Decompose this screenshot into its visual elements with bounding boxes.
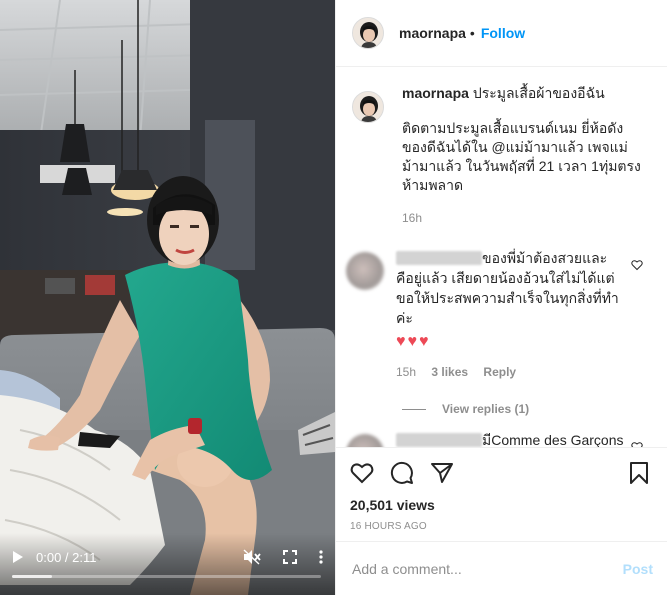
heart-icon[interactable]	[631, 258, 643, 276]
post-video[interactable]: 0:00 / 2:11	[0, 0, 335, 595]
video-progress-fill	[12, 575, 53, 578]
mute-icon[interactable]	[243, 549, 261, 565]
avatar[interactable]	[346, 252, 384, 290]
post-button[interactable]: Post	[623, 561, 653, 577]
avatar[interactable]	[352, 17, 384, 49]
comment-icon[interactable]	[390, 461, 414, 485]
heart-icon[interactable]	[350, 461, 374, 485]
comment-time: 15h	[396, 365, 417, 379]
video-controls: 0:00 / 2:11	[12, 545, 323, 569]
caption-title: ประมูลเสื้อผ้าของอีฉัน	[472, 85, 605, 101]
play-icon[interactable]	[12, 550, 24, 564]
post-sidebar: maornapa • Follow maornapa ประมูลเสื้อผ้…	[335, 0, 667, 595]
comment-likes[interactable]: 3 likes	[431, 365, 468, 379]
header-username[interactable]: maornapa	[399, 25, 466, 41]
post-actions: 20,501 views 16 HOURS AGO	[336, 447, 667, 541]
heart-icon[interactable]	[631, 440, 643, 447]
bookmark-icon[interactable]	[627, 461, 651, 485]
view-count[interactable]: 20,501 views	[350, 497, 651, 513]
video-progress-bar[interactable]	[12, 575, 321, 578]
add-comment-bar: Post	[336, 541, 667, 595]
video-time: 0:00 / 2:11	[36, 549, 97, 565]
post-timestamp: 16 HOURS AGO	[350, 521, 427, 532]
avatar[interactable]	[352, 91, 384, 123]
caption-username[interactable]: maornapa	[402, 85, 469, 101]
post-header: maornapa • Follow	[336, 0, 667, 67]
comment-meta: 15h 3 likes Reply	[396, 362, 624, 382]
caption-text: ติดตามประมูลเสื้อแบรนด์เนม ยี่ห้อดังของด…	[402, 120, 641, 193]
comment-input[interactable]	[352, 560, 623, 577]
reply-button[interactable]: Reply	[483, 365, 516, 379]
header-separator: •	[469, 25, 475, 41]
more-vert-icon[interactable]	[319, 550, 323, 564]
comment: มีComme des Garçons ร่วมประมูลด้วยมั้ยคะ…	[346, 430, 651, 447]
comment-username-redacted[interactable]	[396, 251, 482, 265]
avatar[interactable]	[346, 434, 384, 447]
video-frame	[0, 0, 335, 595]
share-icon[interactable]	[430, 461, 454, 485]
instagram-post: 0:00 / 2:11 maornapa • Follow maornapa ป…	[0, 0, 667, 595]
follow-button[interactable]: Follow	[481, 25, 525, 41]
comment-emoji: ♥♥♥	[396, 333, 431, 350]
caption: maornapa ประมูลเสื้อผ้าของอีฉัน ติดตามปร…	[352, 84, 651, 228]
comments-list[interactable]: maornapa ประมูลเสื้อผ้าของอีฉัน ติดตามปร…	[336, 68, 667, 447]
view-replies[interactable]: View replies (1)	[402, 402, 651, 416]
comment-username-redacted[interactable]	[396, 433, 482, 447]
comment: ของพี่ม้าต้องสวยและคือยู่แล้ว เสียดายน้อ…	[346, 248, 651, 382]
fullscreen-icon[interactable]	[283, 550, 297, 564]
caption-time: 16h	[402, 211, 423, 225]
